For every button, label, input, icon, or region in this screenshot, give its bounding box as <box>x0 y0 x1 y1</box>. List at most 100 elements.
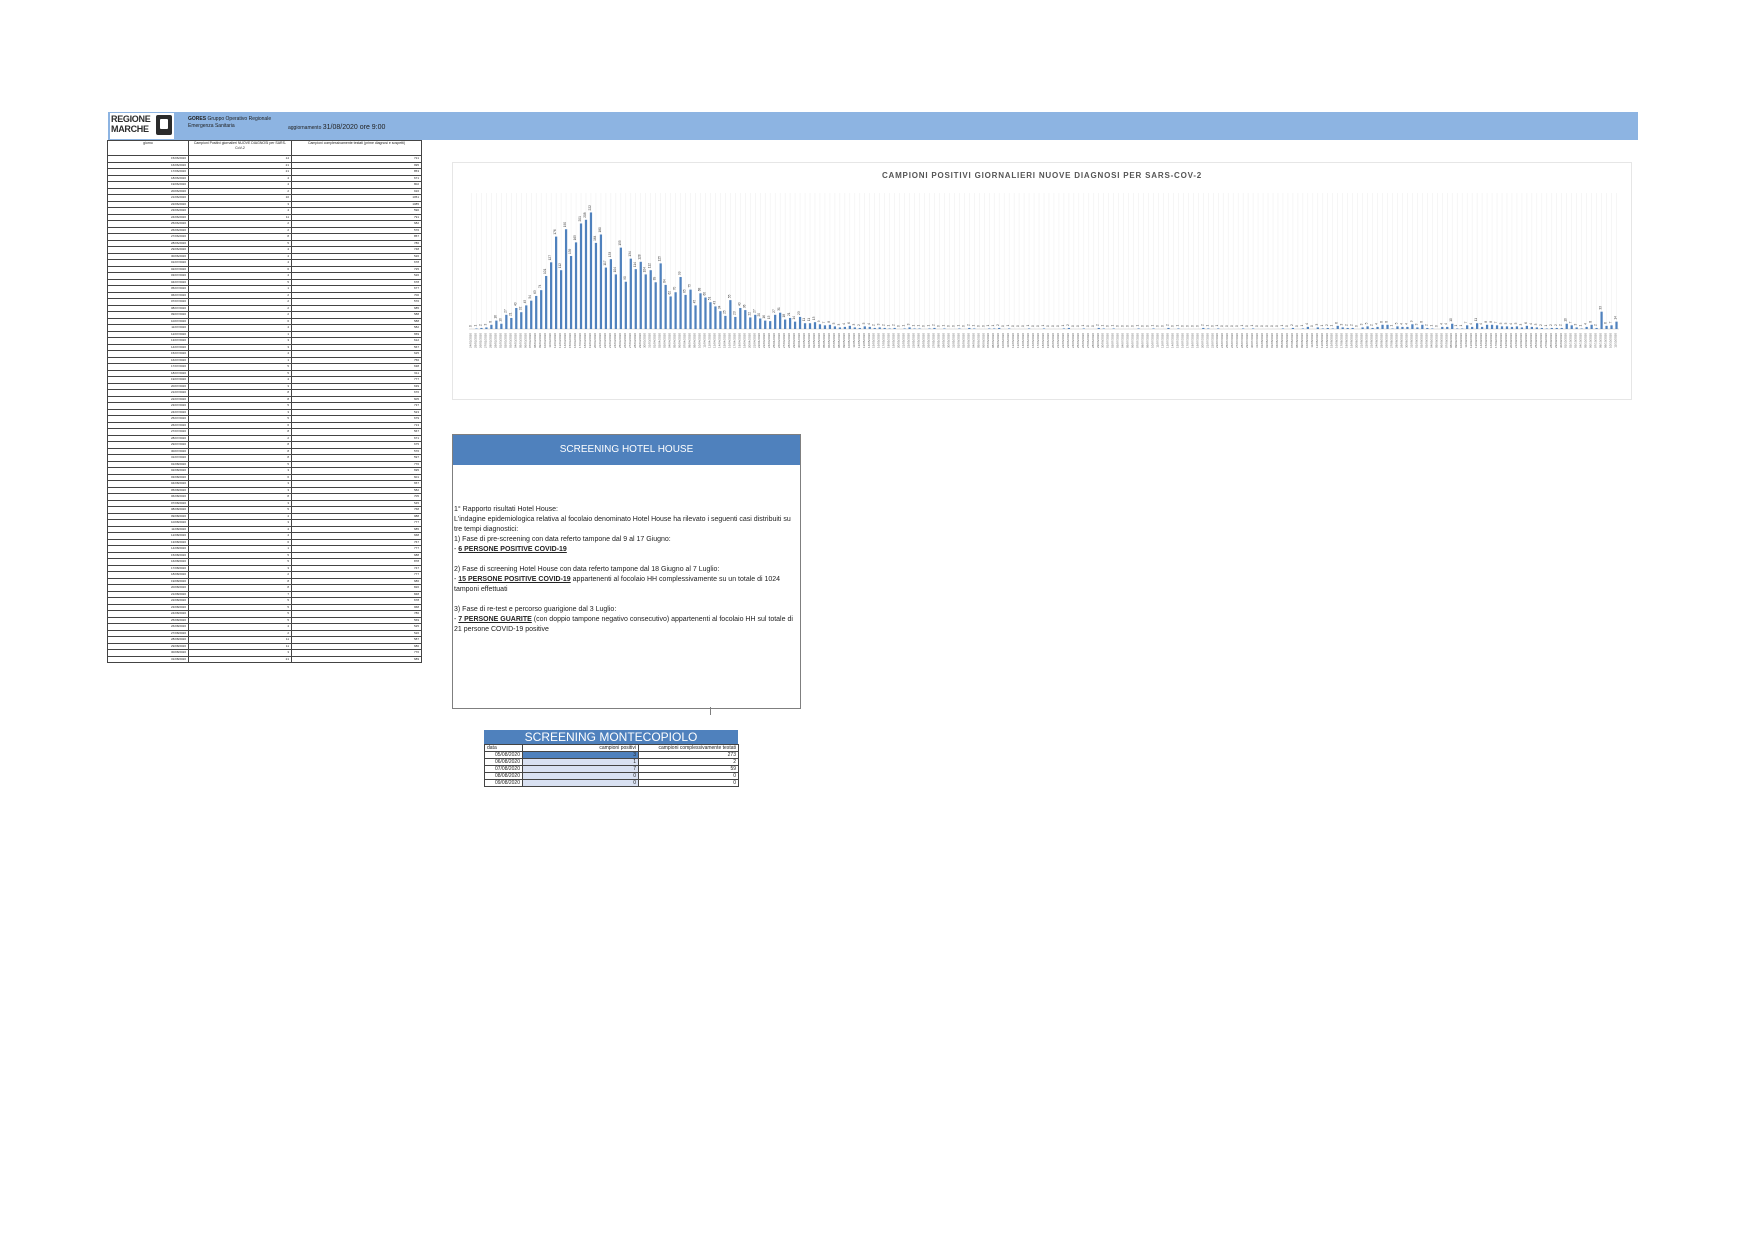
chart-x-tick-label: 23/09/2020 <box>1524 333 1528 348</box>
chart-x-tick-label: 26/06/2020 <box>1081 333 1085 348</box>
chart-data-label: 4 <box>1399 323 1403 325</box>
table-row: 06/08/2020 1 2 <box>484 758 739 766</box>
chart-bar <box>993 328 996 329</box>
chart-bar <box>520 312 523 329</box>
chart-data-label: 23 <box>797 311 801 315</box>
chart-data-label: 1 <box>1320 324 1324 326</box>
chart-data-label: 1 <box>1454 324 1458 326</box>
chart-bar <box>943 328 946 329</box>
chart-bar <box>1346 327 1349 329</box>
chart-data-label: 51 <box>707 296 711 300</box>
chart-bar <box>679 277 682 329</box>
date-cell: 09/08/2020 <box>484 779 523 787</box>
chart-data-label: 0 <box>1116 325 1120 327</box>
chart-x-tick-label: 05/05/2020 <box>822 333 826 348</box>
chart-bar <box>828 324 832 329</box>
chart-data-label: 2 <box>931 324 935 326</box>
chart-x-tick-label: 02/09/2020 <box>1419 333 1423 348</box>
chart-x-tick-label: 22/08/2020 <box>1365 333 1369 348</box>
chart-x-tick-label: 27/05/2020 <box>931 333 935 348</box>
chart-data-label: 0 <box>1126 325 1130 327</box>
chart-x-tick-label: 07/07/2020 <box>1136 333 1140 348</box>
chart-bar <box>1615 321 1618 329</box>
chart-data-label: 90 <box>623 276 627 280</box>
chart-x-tick-label: 28/02/2020 <box>488 333 492 348</box>
chart-data-label: 0 <box>1076 325 1080 327</box>
chart-data-label: 164 <box>593 235 597 241</box>
chart-data-label: 21 <box>508 312 512 316</box>
date-cell: 06/08/2020 <box>484 758 523 766</box>
chart-x-tick-label: 20/05/2020 <box>897 333 901 348</box>
chart-data-label: 180 <box>598 227 602 233</box>
chart-data-label: 0 <box>946 325 950 327</box>
chart-data-label: 7 <box>1609 321 1613 323</box>
chart-data-label: 0 <box>1056 325 1060 327</box>
date-cell: 08/08/2020 <box>484 772 523 780</box>
chart-x-tick-label: 29/07/2020 <box>1245 333 1249 348</box>
page: REGIONE MARCHE GORES Gruppo Operativo Re… <box>0 0 1755 1240</box>
chart-data-label: 84 <box>663 279 667 283</box>
chart-bar <box>505 314 508 329</box>
chart-bar <box>888 328 891 329</box>
chart-data-label: 1 <box>1175 324 1179 326</box>
chart-bar <box>649 270 652 329</box>
chart-data-label: 0 <box>1355 325 1359 327</box>
chart-data-label: 4 <box>1305 323 1309 325</box>
chart-bar <box>1525 325 1529 329</box>
chart-bar <box>1301 328 1304 329</box>
hotel-house-text: 1° Rapporto risultati Hotel House: L'ind… <box>454 505 794 635</box>
report-intro: L'indagine epidemiologica relativa al fo… <box>454 516 791 533</box>
chart-x-tick-label: 24/08/2020 <box>1375 333 1379 348</box>
chart-x-tick-label: 31/05/2020 <box>951 333 955 348</box>
date-cell: 31/08/2020 <box>107 655 189 663</box>
chart-data-label: 2 <box>1096 324 1100 326</box>
chart-bar <box>654 282 657 330</box>
chart-bar <box>813 322 817 330</box>
chart-x-tick-label: 08/07/2020 <box>1141 333 1145 348</box>
chart-data-label: 21 <box>787 312 791 316</box>
chart-x-tick-label: 23/03/2020 <box>608 333 612 348</box>
chart-data-label: 1 <box>1459 324 1463 326</box>
chart-x-tick-label: 18/06/2020 <box>1041 333 1045 348</box>
chart-bar <box>803 323 807 329</box>
chart-x-tick-label: 02/10/2020 <box>1569 333 1573 348</box>
chart-x-tick-label: 04/03/2020 <box>513 333 517 348</box>
chart-data-label: 0 <box>1146 325 1150 327</box>
chart-x-tick-label: 26/07/2020 <box>1230 333 1234 348</box>
chart-x-tick-label: 31/03/2020 <box>648 333 652 348</box>
chart-bar <box>564 229 568 329</box>
chart-x-tick-label: 04/08/2020 <box>1275 333 1279 348</box>
chart-x-tick-label: 15/08/2020 <box>1330 333 1334 348</box>
chart-x-tick-label: 06/04/2020 <box>678 333 682 348</box>
chart-bar <box>744 310 747 329</box>
chart-bar <box>1555 327 1558 329</box>
chart-data-label: 0 <box>1230 325 1234 327</box>
chart-x-tick-label: 04/10/2020 <box>1579 333 1583 348</box>
chart-x-tick-label: 09/09/2020 <box>1454 333 1458 348</box>
chart-x-tick-label: 25/02/2020 <box>473 333 477 348</box>
chart-data-label: 4 <box>1584 323 1588 325</box>
testati-cell: 2 <box>638 758 739 766</box>
chart-x-tick-label: 04/07/2020 <box>1121 333 1125 348</box>
chart-bar <box>1471 326 1474 329</box>
chart-bar <box>500 323 503 329</box>
chart-bar <box>1042 328 1046 329</box>
chart-bar <box>968 327 971 329</box>
chart-data-label: 40 <box>513 302 517 306</box>
chart-data-label: 6 <box>847 322 851 324</box>
chart-x-tick-label: 29/06/2020 <box>1096 333 1100 348</box>
phase-2-count: 15 PERSONE POSITIVE COVID-19 <box>458 576 571 583</box>
chart-bar <box>1495 325 1499 329</box>
chart-bar <box>853 327 856 330</box>
chart-data-label: 0 <box>1051 325 1055 327</box>
phase-3-count: 7 PERSONE GUARITE <box>458 616 532 623</box>
chart-x-tick-label: 30/04/2020 <box>797 333 801 348</box>
chart-bar <box>1341 327 1344 330</box>
chart-x-tick-label: 18/08/2020 <box>1345 333 1349 348</box>
chart-data-label: 0 <box>1245 325 1249 327</box>
chart-x-tick-label: 12/03/2020 <box>553 333 557 348</box>
chart-data-label: 8 <box>1419 321 1423 323</box>
chart-x-tick-label: 10/10/2020 <box>1609 333 1613 348</box>
chart-bar <box>1112 328 1115 329</box>
chart-data-label: 1 <box>1061 324 1065 326</box>
